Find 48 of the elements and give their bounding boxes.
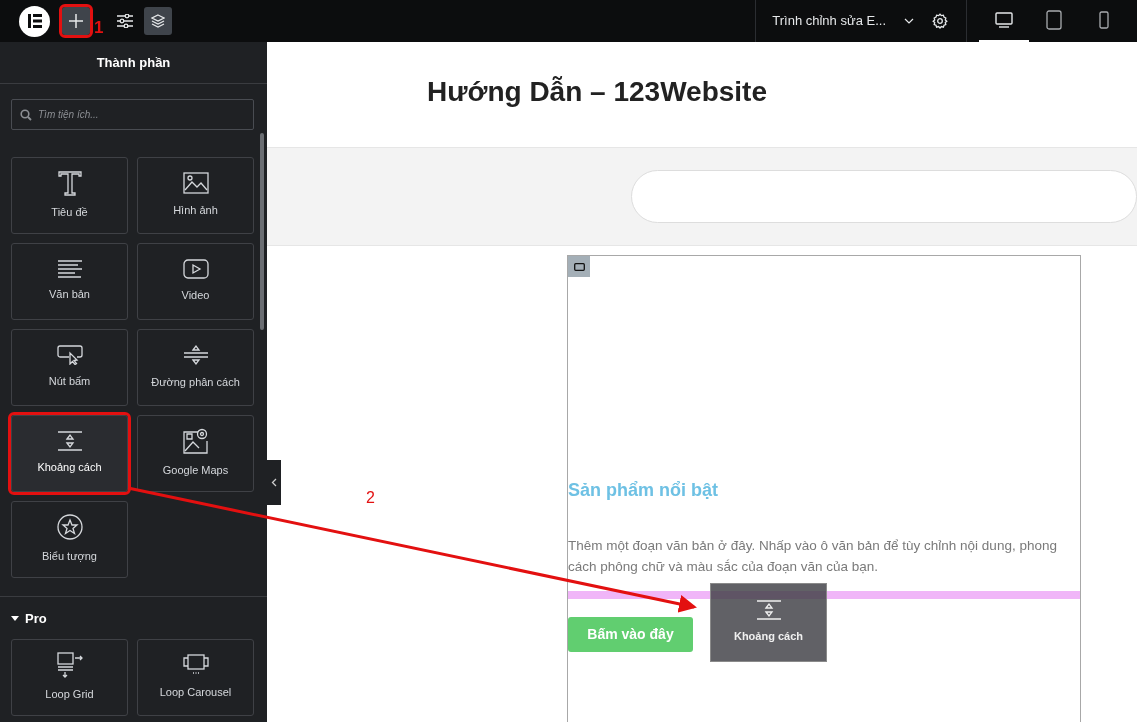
caret-down-icon: [11, 616, 19, 622]
image-icon: [182, 172, 209, 195]
play-icon: [182, 259, 209, 280]
site-title: Hướng Dẫn – 123Website: [426, 75, 768, 109]
chevron-left-icon: [271, 478, 277, 487]
phone-icon: [1099, 11, 1109, 29]
divider-icon: [182, 344, 209, 367]
widget-tile[interactable]: Tiêu đề: [11, 157, 128, 234]
widget-tile[interactable]: Đường phân cách: [137, 329, 254, 406]
settings-sliders-icon[interactable]: [117, 14, 134, 28]
layers-button[interactable]: [144, 7, 173, 35]
logo-icon[interactable]: [19, 5, 50, 37]
widget-tile[interactable]: Biểu tượng: [11, 501, 128, 578]
cursor-button-icon: [56, 345, 83, 366]
chevron-down-icon: [904, 18, 914, 24]
paragraph: Thêm một đoạn văn bản ở đây. Nhấp vào ô văn bản để tùy chỉnh nội dung, phong cách phông chữ và màu sắc của đoạn văn của bạn.: [568, 537, 1058, 576]
desktop-icon: [995, 12, 1013, 28]
annotation-number: 1: [94, 17, 104, 40]
collapse-panel-button[interactable]: [267, 460, 281, 505]
editor-menu[interactable]: Trình chỉnh sửa E...: [756, 11, 926, 31]
tablet-icon: [1046, 10, 1062, 30]
widget-tile[interactable]: Hình ảnh: [137, 157, 254, 234]
search-icon: [20, 109, 32, 121]
map-pin-icon: [182, 428, 209, 455]
column-icon: [573, 262, 585, 271]
loop-grid-icon: [56, 651, 83, 678]
spacer-icon: [56, 431, 83, 452]
widget-tile[interactable]: Văn bản: [11, 243, 128, 320]
widget-tile[interactable]: Loop Grid: [11, 638, 128, 716]
drag-preview-label: Khoảng cách: [733, 629, 804, 645]
widget-tile[interactable]: Loop Carousel: [137, 638, 254, 716]
plus-icon: [69, 14, 83, 28]
scrollbar[interactable]: [260, 133, 264, 330]
spacer-icon: [755, 600, 782, 621]
annotation-number: 2: [366, 488, 375, 508]
widget-tile[interactable]: Google Maps: [137, 415, 254, 492]
widget-tile[interactable]: Nút bấm: [11, 329, 128, 406]
layers-icon: [151, 14, 166, 28]
heading-icon: [56, 170, 83, 197]
text-lines-icon: [56, 260, 83, 279]
category-header[interactable]: Pro: [0, 597, 58, 639]
add-button[interactable]: [62, 7, 90, 35]
section-heading: Sản phẩm nổi bật: [568, 479, 719, 502]
widget-tile[interactable]: Khoảng cách: [11, 415, 128, 492]
search-field[interactable]: Tìm tiện ích...: [11, 99, 254, 130]
section-handle[interactable]: [568, 256, 590, 277]
widget-tile[interactable]: Video: [137, 243, 254, 320]
carousel-icon: [182, 653, 209, 676]
